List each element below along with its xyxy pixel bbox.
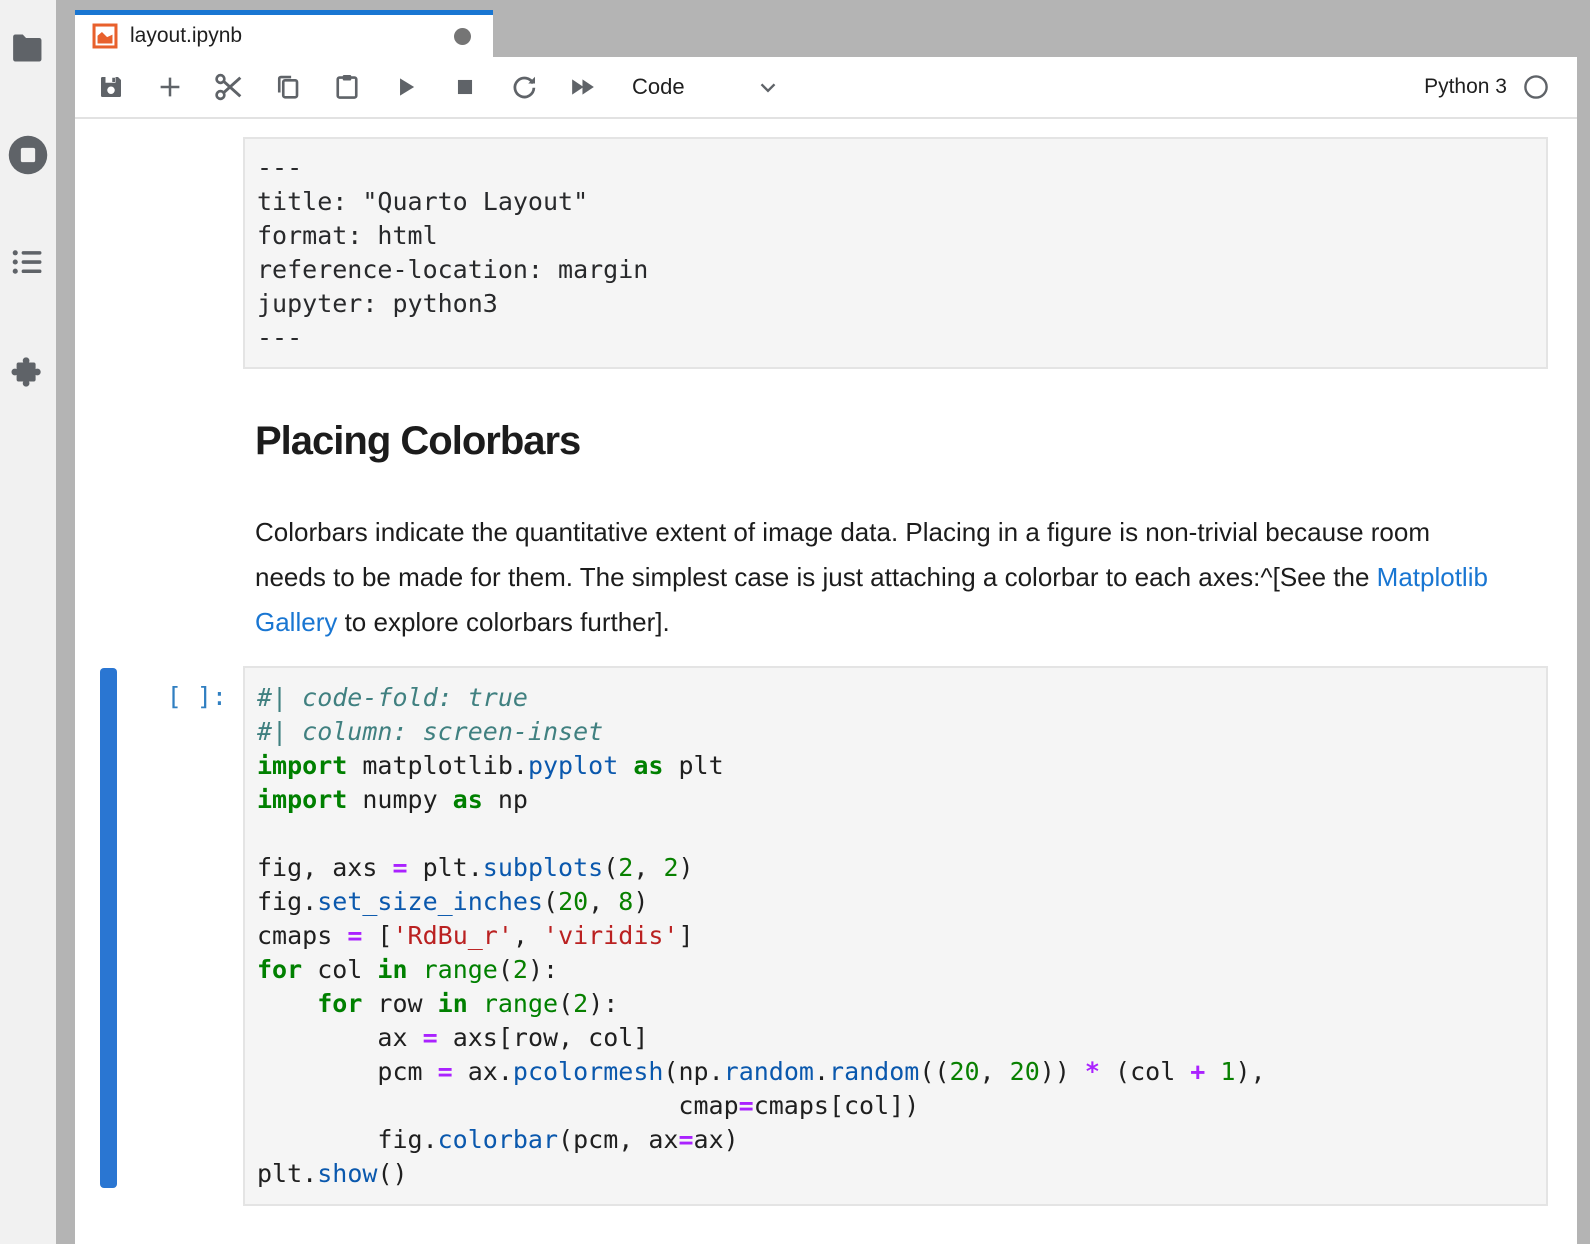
- notebook-toolbar: Code Python 3: [75, 57, 1577, 119]
- run-cell-button[interactable]: [390, 71, 422, 103]
- left-sidebar: [0, 0, 56, 1244]
- paragraph-text-after-link: to explore colorbars further].: [337, 607, 669, 637]
- copy-cells-button[interactable]: [272, 71, 304, 103]
- sidebar-item-table-of-contents[interactable]: [0, 247, 56, 277]
- paragraph-text-before-link: Colorbars indicate the quantitative exte…: [255, 517, 1430, 592]
- main-area: layout.ipynb: [75, 0, 1577, 1244]
- tab-layout-ipynb[interactable]: layout.ipynb: [75, 10, 493, 57]
- add-cell-button[interactable]: [154, 71, 186, 103]
- execution-prompt: [ ]:: [75, 682, 227, 711]
- save-icon: [96, 72, 126, 102]
- markdown-heading: Placing Colorbars: [255, 418, 1548, 464]
- folder-icon: [11, 33, 45, 63]
- markdown-paragraph: Colorbars indicate the quantitative exte…: [255, 510, 1505, 645]
- cut-cells-button[interactable]: [213, 71, 245, 103]
- plus-icon: [155, 72, 185, 102]
- raw-cell-editor[interactable]: ---title: "Quarto Layout"format: htmlref…: [243, 137, 1548, 369]
- code-cell-editor[interactable]: #| code-fold: true#| column: screen-inse…: [243, 666, 1548, 1206]
- run-icon: [393, 74, 419, 100]
- sidebar-divider: [56, 0, 75, 1244]
- cell-type-dropdown[interactable]: Code: [632, 74, 781, 100]
- code-cell: [ ]: #| code-fold: true#| column: screen…: [243, 666, 1548, 1206]
- notebook-icon: [91, 22, 119, 50]
- stop-icon: [452, 74, 478, 100]
- puzzle-icon: [9, 353, 47, 391]
- run-all-icon: [566, 74, 600, 100]
- kernel-name: Python 3: [1424, 75, 1507, 99]
- restart-kernel-button[interactable]: [508, 71, 540, 103]
- paste-icon: [332, 72, 362, 102]
- sidebar-item-running[interactable]: [0, 133, 56, 177]
- save-button[interactable]: [95, 71, 127, 103]
- restart-icon: [509, 72, 539, 102]
- list-icon: [11, 247, 45, 277]
- tab-bar: layout.ipynb: [75, 0, 1577, 57]
- sidebar-item-file-browser[interactable]: [0, 33, 56, 63]
- tab-title: layout.ipynb: [130, 24, 242, 48]
- window-right-edge: [1577, 0, 1590, 1244]
- cell-type-value: Code: [632, 74, 685, 100]
- kernel-indicator[interactable]: Python 3: [1424, 74, 1577, 100]
- paste-cells-button[interactable]: [331, 71, 363, 103]
- raw-cell-lines: ---title: "Quarto Layout"format: htmlref…: [257, 151, 1534, 355]
- restart-run-all-button[interactable]: [567, 71, 599, 103]
- notebook-content: ---title: "Quarto Layout"format: htmlref…: [75, 137, 1577, 1206]
- scissors-icon: [213, 71, 245, 103]
- stop-circle-icon: [6, 133, 50, 177]
- sidebar-item-extensions[interactable]: [0, 353, 56, 391]
- kernel-idle-circle-icon: [1523, 74, 1549, 100]
- cell-collapser-bar[interactable]: [100, 668, 117, 1188]
- unsaved-changes-dot[interactable]: [454, 28, 471, 45]
- markdown-cell: Placing Colorbars Colorbars indicate the…: [243, 418, 1548, 645]
- copy-icon: [273, 72, 303, 102]
- chevron-down-icon: [755, 74, 781, 100]
- code-cell-lines: #| code-fold: true#| column: screen-inse…: [257, 681, 1534, 1191]
- interrupt-kernel-button[interactable]: [449, 71, 481, 103]
